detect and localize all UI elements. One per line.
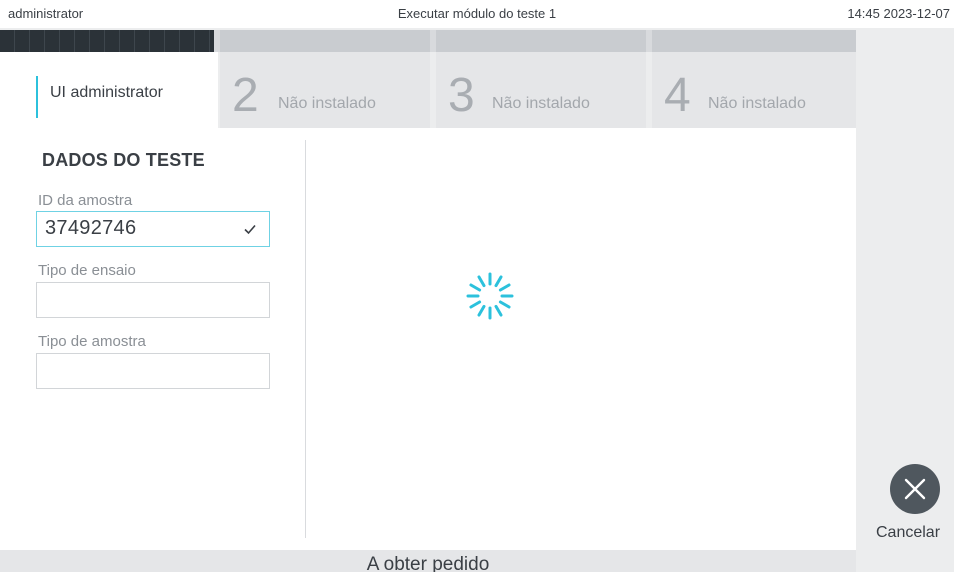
- tab-number: 4: [664, 69, 691, 122]
- check-icon: [244, 224, 256, 235]
- tab-label: Não instalado: [492, 95, 590, 112]
- tab-number: 3: [448, 69, 475, 122]
- loading-spinner-icon: [466, 272, 514, 320]
- module-3-bar: [436, 30, 646, 52]
- clock: 14:45 2023-12-07: [847, 6, 950, 21]
- spinner-spoke: [469, 300, 482, 309]
- module-2-bar: [220, 30, 430, 52]
- tab-module-2[interactable]: 2 Não instalado: [220, 52, 430, 128]
- spinner-spoke: [469, 283, 482, 292]
- tab-module-1[interactable]: UI administrator: [0, 52, 218, 128]
- spinner-spoke: [477, 304, 486, 317]
- sample-type-label: Tipo de amostra: [38, 333, 146, 350]
- spinner-spoke: [494, 275, 503, 288]
- status-message: A obter pedido: [366, 554, 490, 572]
- sample-id-label: ID da amostra: [38, 192, 133, 209]
- top-status-bar: administrator Executar módulo do teste 1…: [0, 0, 954, 28]
- test-data-title: DADOS DO TESTE: [42, 150, 205, 170]
- spinner-spoke: [498, 283, 511, 292]
- close-icon: [904, 478, 926, 500]
- sample-type-field[interactable]: [36, 353, 270, 389]
- tab-module-4[interactable]: 4 Não instalado: [652, 52, 856, 128]
- tab-label: UI administrator: [50, 84, 163, 101]
- window-title: Executar módulo do teste 1: [397, 6, 557, 21]
- assay-type-label: Tipo de ensaio: [38, 262, 136, 279]
- tab-number: 2: [232, 69, 259, 122]
- sample-id-value: 37492746: [45, 217, 137, 239]
- module-4-bar: [652, 30, 856, 52]
- cancel-label[interactable]: Cancelar: [876, 524, 940, 542]
- spinner-spoke: [477, 275, 486, 288]
- tab-number-1: [36, 76, 38, 118]
- panel-divider: [305, 140, 306, 538]
- tab-module-3[interactable]: 3 Não instalado: [436, 52, 646, 128]
- spinner-spoke: [494, 304, 503, 317]
- assay-type-field[interactable]: [36, 282, 270, 318]
- module-1-progress-bar: [0, 30, 214, 52]
- cancel-button[interactable]: [890, 464, 940, 514]
- status-bar: A obter pedido: [0, 550, 856, 572]
- tab-label: Não instalado: [708, 95, 806, 112]
- spinner-spoke: [498, 300, 511, 309]
- sample-id-field[interactable]: 37492746: [36, 211, 270, 247]
- tab-label: Não instalado: [278, 95, 376, 112]
